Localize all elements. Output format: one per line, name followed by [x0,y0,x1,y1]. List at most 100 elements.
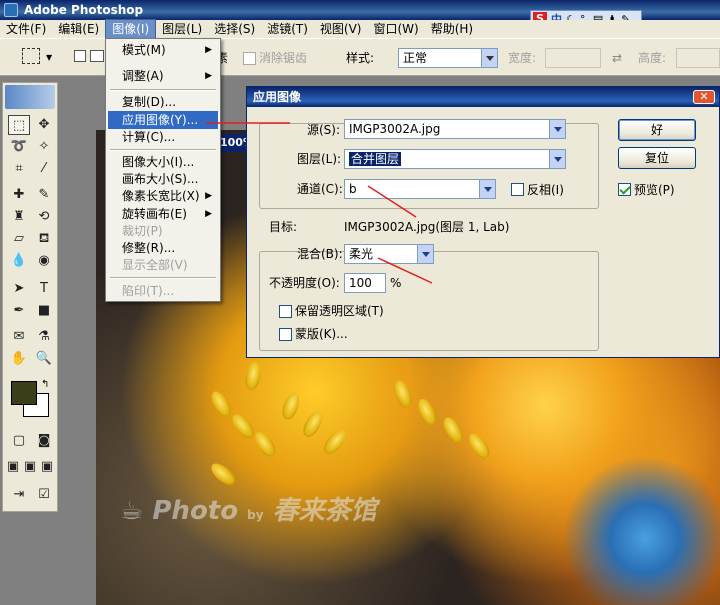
menu-edit[interactable]: 编辑(E) [52,20,105,38]
path-select-icon[interactable]: ➤ [8,279,30,299]
submenu-arrow-icon: ▶ [205,191,212,201]
foreground-color-swatch[interactable] [11,381,37,405]
swap-icon[interactable]: ⇄ [612,49,622,67]
menu-file[interactable]: 文件(F) [0,20,52,38]
layer-select[interactable]: 合并图层 [344,149,566,169]
add-selection-icon[interactable] [90,50,104,62]
type-tool-icon[interactable]: T [33,279,55,299]
blend-select[interactable]: 柔光 [344,244,434,264]
menu-item-mode[interactable]: 模式(M) ▶ [108,41,218,59]
move-tool-icon[interactable]: ✥ [33,115,55,135]
screen-mode-standard-icon[interactable]: ▣ [5,457,21,477]
history-brush-icon[interactable]: ⟲ [33,207,55,227]
chevron-down-icon[interactable] [549,150,565,168]
slice-tool-icon[interactable]: ⁄ [33,159,55,179]
hand-tool-icon[interactable]: ✋ [8,349,30,369]
chevron-down-icon[interactable] [417,245,433,263]
brush-tool-icon[interactable]: ✎ [33,185,55,205]
pen-tool-icon[interactable]: ✒ [8,301,30,321]
toolbox-header-feather-icon[interactable] [5,85,55,109]
menu-item-pixel-aspect[interactable]: 像素长宽比(X) ▶ [108,187,218,205]
chevron-down-icon[interactable]: ▼ [46,53,52,62]
menu-item-trap[interactable]: 陷印(T)... [108,282,218,300]
menu-filter[interactable]: 滤镜(T) [261,20,314,38]
magic-wand-icon[interactable]: ✧ [33,137,55,157]
menu-item-crop[interactable]: 裁切(P) [108,222,218,240]
chevron-down-icon[interactable] [549,120,565,138]
new-selection-icon[interactable] [74,50,86,62]
channel-select[interactable]: b [344,179,496,199]
style-value: 正常 [403,51,428,65]
opacity-value: 100 [349,276,372,290]
source-select[interactable]: IMGP3002A.jpg [344,119,566,139]
source-value: IMGP3002A.jpg [349,122,441,136]
dialog-title: 应用图像 [253,90,302,104]
fern-leaf [465,430,493,462]
blur-tool-icon[interactable]: 💧 [8,251,30,271]
dialog-titlebar[interactable]: 应用图像 ✕ [247,87,719,107]
healing-brush-icon[interactable]: ✚ [8,185,30,205]
stamp-tool-icon[interactable]: ♜ [8,207,30,227]
style-select[interactable]: 正常 [398,48,498,68]
opacity-field[interactable]: 100 [344,273,386,293]
menu-item-calculations[interactable]: 计算(C)... [108,128,218,146]
ok-button[interactable]: 好 [618,119,696,141]
menu-item-label: 旋转画布(E) [122,207,187,221]
menu-window[interactable]: 窗口(W) [367,20,424,38]
imageready-icon[interactable]: ☑ [33,485,55,505]
standard-mode-icon[interactable]: ▢ [8,431,30,451]
fern-leaf [414,396,440,428]
marquee-preset-icon[interactable] [22,48,40,64]
menu-item-reveal-all[interactable]: 显示全部(V) [108,256,218,274]
menu-item-label: 裁切(P) [122,224,163,238]
antialias-checkbox[interactable] [243,52,256,65]
channel-label: 通道(C): [297,182,343,196]
reset-button[interactable]: 复位 [618,147,696,169]
menu-item-adjust[interactable]: 调整(A) ▶ [108,67,218,85]
apply-image-dialog: 应用图像 ✕ 源(S): IMGP3002A.jpg 图层(L): 合并图层 通… [246,86,720,358]
menu-select[interactable]: 选择(S) [208,20,261,38]
crop-tool-icon[interactable]: ⌗ [8,159,30,179]
chevron-down-icon[interactable] [481,49,497,67]
zoom-tool-icon[interactable]: 🔍 [33,349,55,369]
chevron-down-icon[interactable] [479,180,495,198]
quick-mask-icon[interactable]: ◙ [33,431,55,451]
dodge-tool-icon[interactable]: ◉ [33,251,55,271]
menu-item-canvas-size[interactable]: 画布大小(S)... [108,170,218,188]
invert-checkbox[interactable] [511,183,524,196]
submenu-arrow-icon: ▶ [205,71,212,81]
paint-bucket-icon[interactable]: ⛾ [33,229,55,249]
swap-colors-icon[interactable]: ↰ [41,379,49,390]
watermark-name: 春来茶馆 [272,496,377,526]
marquee-tool-icon[interactable]: ⬚ [8,115,30,135]
channel-value: b [349,182,357,196]
menu-help[interactable]: 帮助(H) [425,20,479,38]
lasso-tool-icon[interactable]: ➰ [8,137,30,157]
preview-checkbox[interactable] [618,183,631,196]
shape-tool-icon[interactable]: ■ [33,301,55,321]
menu-image[interactable]: 图像(I) [105,19,157,39]
eraser-tool-icon[interactable]: ▱ [8,229,30,249]
fern-leaf [439,414,467,446]
menu-item-label: 图像大小(I)... [122,155,195,169]
menu-item-trim[interactable]: 修整(R)... [108,239,218,257]
notes-tool-icon[interactable]: ✉ [8,327,30,347]
menu-item-apply-image[interactable]: 应用图像(Y)... [108,111,218,129]
height-field[interactable] [676,48,720,68]
menu-view[interactable]: 视图(V) [314,20,368,38]
mask-checkbox[interactable] [279,328,292,341]
menu-item-duplicate[interactable]: 复制(D)... [108,93,218,111]
eyedropper-icon[interactable]: ⚗ [33,327,55,347]
menu-item-image-size[interactable]: 图像大小(I)... [108,153,218,171]
width-field[interactable] [545,48,601,68]
screen-mode-full-menu-icon[interactable]: ▣ [22,457,38,477]
menu-layer[interactable]: 图层(L) [156,20,208,38]
photoshop-app-icon [4,3,18,17]
blend-label: 混合(B): [297,247,343,261]
preserve-transparency-checkbox[interactable] [279,305,292,318]
menu-item-rotate-canvas[interactable]: 旋转画布(E) ▶ [108,205,218,223]
screen-mode-full-icon[interactable]: ▣ [39,457,55,477]
preserve-transparency-label: 保留透明区域(T) [295,304,384,318]
jump-to-imageready-icon[interactable]: ⇥ [8,485,30,505]
close-icon[interactable]: ✕ [693,90,715,104]
